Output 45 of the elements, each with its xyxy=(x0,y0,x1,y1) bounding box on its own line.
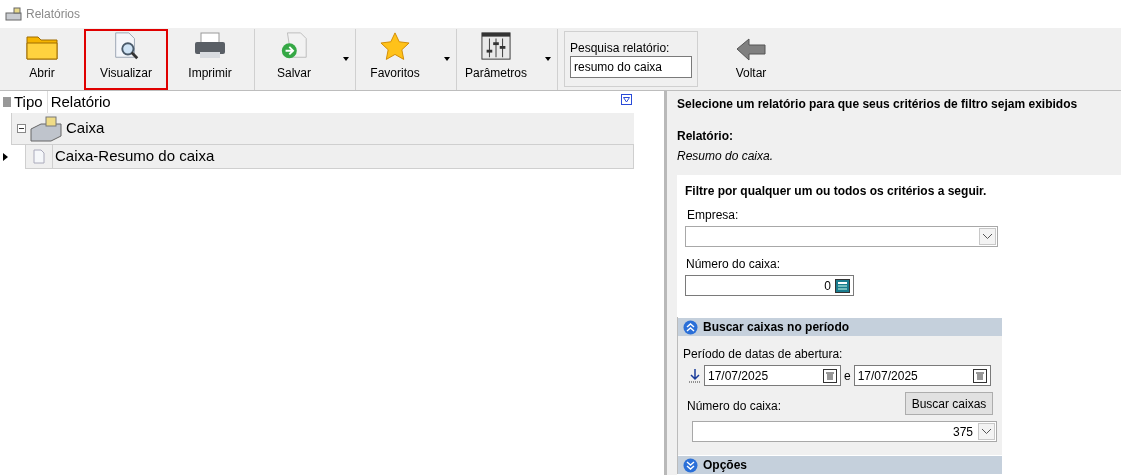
group-label: Caixa xyxy=(66,118,105,139)
details-heading: Selecione um relatório para que seus critérios de filtro sejam exibidos xyxy=(677,96,1079,113)
toolbar-button[interactable]: Imprimir xyxy=(168,28,252,90)
field-label: Número do caixa: xyxy=(686,256,782,273)
report-name: Resumo do caixa. xyxy=(677,148,775,165)
group-row[interactable]: Caixa xyxy=(11,113,634,145)
field-label: Período de datas de abertura: xyxy=(683,346,844,363)
toolbar-button[interactable]: Abrir xyxy=(0,28,84,90)
date-field[interactable]: 17/07/2025 xyxy=(853,365,991,386)
filter-heading: Filtre por qualquer um ou todos os critérios a seguir. xyxy=(685,183,988,200)
star-icon xyxy=(378,30,412,61)
search-cash-button[interactable]: Buscar caixas xyxy=(905,392,993,415)
cash-register-icon xyxy=(28,114,64,143)
column-header[interactable]: Relatório xyxy=(47,90,111,114)
cash-number-field[interactable]: 0 xyxy=(685,275,854,296)
search-label: Pesquisa relatório: xyxy=(570,40,671,56)
printer-icon xyxy=(192,30,228,61)
collapse-icon[interactable] xyxy=(17,124,26,133)
window-title: Relatórios xyxy=(26,6,81,23)
field-label: Número do caixa: xyxy=(687,398,782,415)
collapse-chevron-icon[interactable] xyxy=(683,319,698,335)
report-label: Relatório: xyxy=(677,128,734,145)
back-arrow-icon xyxy=(735,36,767,61)
caret-icon xyxy=(545,57,551,61)
calculator-icon[interactable] xyxy=(835,278,850,293)
section-header[interactable]: Opções xyxy=(678,455,1002,474)
document-icon xyxy=(33,149,45,164)
cash-number-dropdown[interactable]: 375 xyxy=(692,421,997,442)
down-arrow-icon xyxy=(689,368,701,383)
toolbar-button[interactable]: Salvar xyxy=(255,28,333,90)
search-field[interactable]: resumo do caixa xyxy=(570,56,692,78)
date-separator: e xyxy=(844,367,851,385)
expand-chevron-icon[interactable] xyxy=(683,457,698,473)
caret-icon xyxy=(444,57,450,61)
back-button[interactable]: Voltar xyxy=(706,28,796,90)
date-field[interactable]: 17/07/2025 xyxy=(704,365,841,386)
toolbar-button[interactable]: Parâmetros xyxy=(457,28,535,90)
caret-icon xyxy=(343,57,349,61)
toolbar-button[interactable]: Favoritos xyxy=(356,28,434,90)
toolbar-button[interactable]: Visualizar xyxy=(84,28,168,90)
filter-icon[interactable] xyxy=(621,94,632,105)
field-label: Empresa: xyxy=(687,207,740,224)
cash-register-icon xyxy=(5,7,22,21)
report-row[interactable]: Caixa-Resumo do caixa xyxy=(53,145,634,169)
section-header[interactable]: Buscar caixas no período xyxy=(678,317,1002,336)
